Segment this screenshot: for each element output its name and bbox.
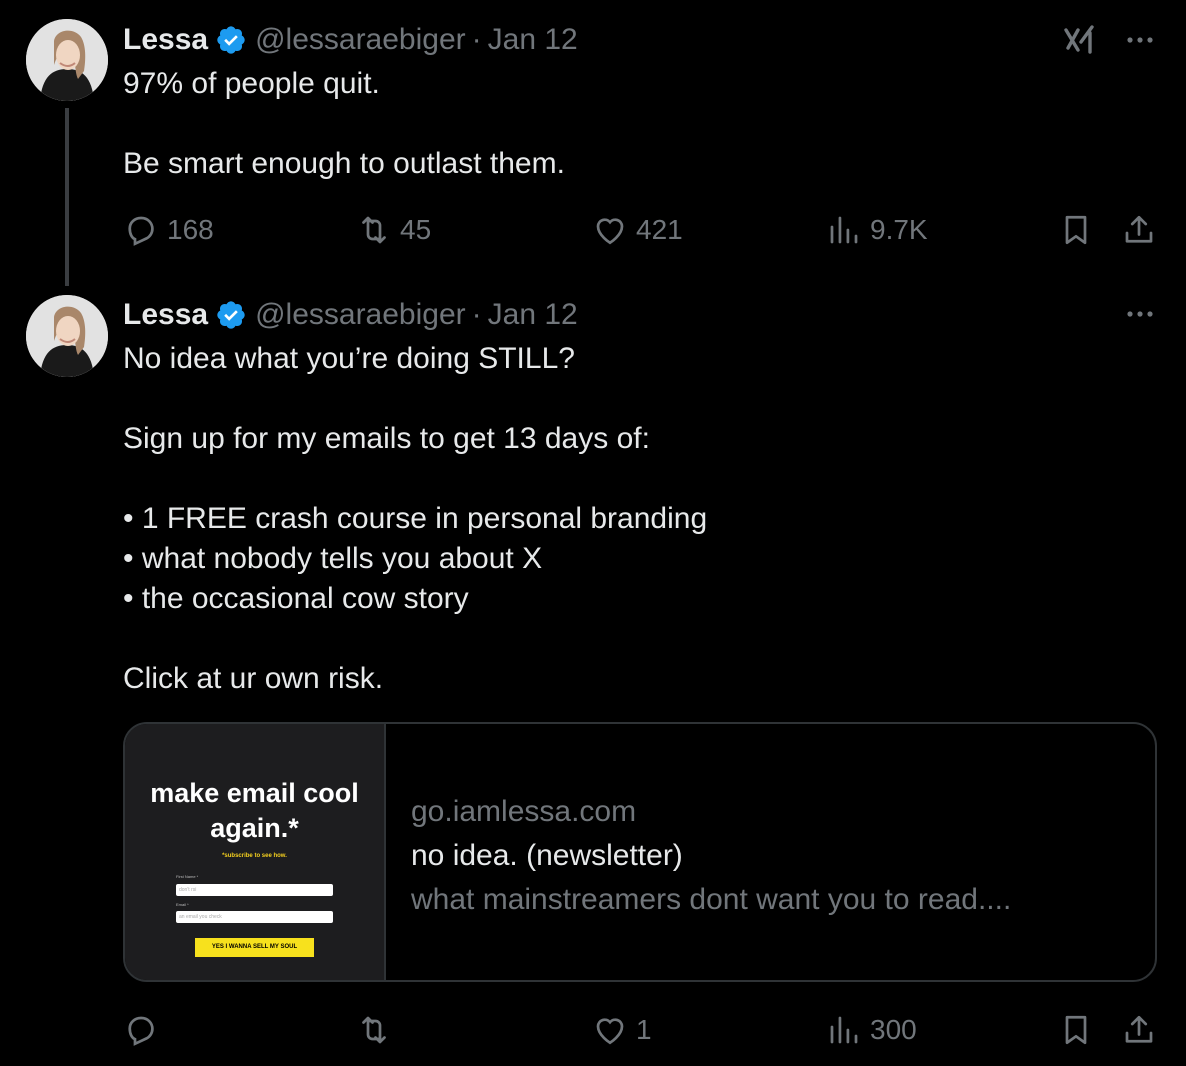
views-button[interactable]: 9.7K — [826, 207, 928, 253]
retweet-count: 45 — [400, 214, 432, 245]
bookmark-button[interactable] — [1058, 1007, 1102, 1053]
like-icon — [596, 218, 624, 245]
tweet-actions: 168 45 421 9.7K — [123, 207, 1163, 253]
views-icon — [830, 216, 858, 244]
author-name[interactable]: Lessa — [123, 23, 208, 57]
grok-icon[interactable] — [1062, 22, 1098, 58]
like-count: 421 — [636, 214, 683, 245]
thread-connector — [65, 108, 69, 286]
like-count: 1 — [636, 1014, 652, 1045]
retweet-icon — [362, 216, 386, 244]
retweet-icon — [362, 1016, 386, 1044]
author-name[interactable]: Lessa — [123, 298, 208, 332]
bookmark-icon — [1065, 1015, 1087, 1045]
tweet-text: 97% of people quit. Be smart enough to o… — [123, 67, 565, 180]
link-card[interactable]: make email cool again.* *subscribe to se… — [123, 722, 1157, 982]
card-domain: go.iamlessa.com — [411, 795, 637, 828]
verified-badge-icon — [217, 301, 245, 329]
share-button[interactable] — [1121, 1007, 1165, 1053]
bookmark-button[interactable] — [1058, 207, 1102, 253]
views-icon — [830, 1016, 858, 1044]
separator: · — [471, 298, 482, 331]
thumb-email-field: an email you check — [176, 911, 333, 923]
tweet-header: Lessa @lessaraebiger · Jan 12 — [123, 295, 578, 335]
like-icon — [596, 1018, 624, 1045]
reply-count: 168 — [167, 214, 214, 245]
thumb-subscribe-button: YES I WANNA SELL MY SOUL — [195, 938, 314, 957]
thumb-email-label: Email * — [176, 902, 189, 907]
avatar[interactable] — [26, 19, 108, 101]
card-info: go.iamlessa.com no idea. (newsletter) wh… — [411, 790, 1131, 922]
more-icon[interactable] — [1124, 24, 1156, 56]
reply-button[interactable]: 168 — [123, 207, 214, 253]
more-icon[interactable] — [1124, 298, 1156, 330]
views-count: 300 — [870, 1014, 917, 1045]
reply-button[interactable] — [123, 1007, 167, 1053]
thumb-first-name-field: don't rsi — [176, 884, 333, 896]
tweet-actions: 1 300 — [123, 1007, 1163, 1053]
thumb-first-name-label: First Name * — [176, 874, 199, 879]
author-handle[interactable]: @lessaraebiger — [255, 298, 466, 332]
tweet-date[interactable]: Jan 12 — [488, 23, 578, 57]
tweet-top-actions — [1124, 298, 1156, 330]
avatar[interactable] — [26, 295, 108, 377]
like-button[interactable]: 1 — [592, 1007, 652, 1053]
views-button[interactable]: 300 — [826, 1007, 917, 1053]
share-icon — [1125, 215, 1153, 243]
retweet-button[interactable] — [356, 1007, 400, 1053]
card-title: no idea. (newsletter) — [411, 839, 683, 872]
thumb-title: make email cool again.* — [150, 778, 359, 843]
retweet-button[interactable]: 45 — [356, 207, 431, 253]
separator: · — [471, 23, 482, 56]
tweet-text: No idea what you’re doing STILL? Sign up… — [123, 342, 708, 695]
author-handle[interactable]: @lessaraebiger — [255, 23, 466, 57]
card-description: what mainstreamers dont want you to read… — [411, 883, 1012, 916]
share-button[interactable] — [1121, 207, 1165, 253]
views-count: 9.7K — [870, 214, 928, 245]
reply-icon — [128, 216, 154, 246]
tweet[interactable]: Lessa @lessaraebiger · Jan 12 No idea wh… — [0, 285, 1186, 1066]
tweet-header: Lessa @lessaraebiger · Jan 12 — [123, 20, 578, 60]
verified-badge-icon — [217, 26, 245, 54]
reply-icon — [128, 1016, 154, 1046]
thumb-subtitle: *subscribe to see how. — [222, 853, 287, 859]
share-icon — [1125, 1015, 1153, 1043]
tweet-date[interactable]: Jan 12 — [488, 298, 578, 332]
bookmark-icon — [1065, 215, 1087, 245]
tweet[interactable]: Lessa @lessaraebiger · Jan 12 97% of peo… — [0, 0, 1186, 286]
tweet-top-actions — [1062, 22, 1156, 58]
like-button[interactable]: 421 — [592, 207, 683, 253]
card-thumbnail: make email cool again.* *subscribe to se… — [125, 724, 386, 980]
